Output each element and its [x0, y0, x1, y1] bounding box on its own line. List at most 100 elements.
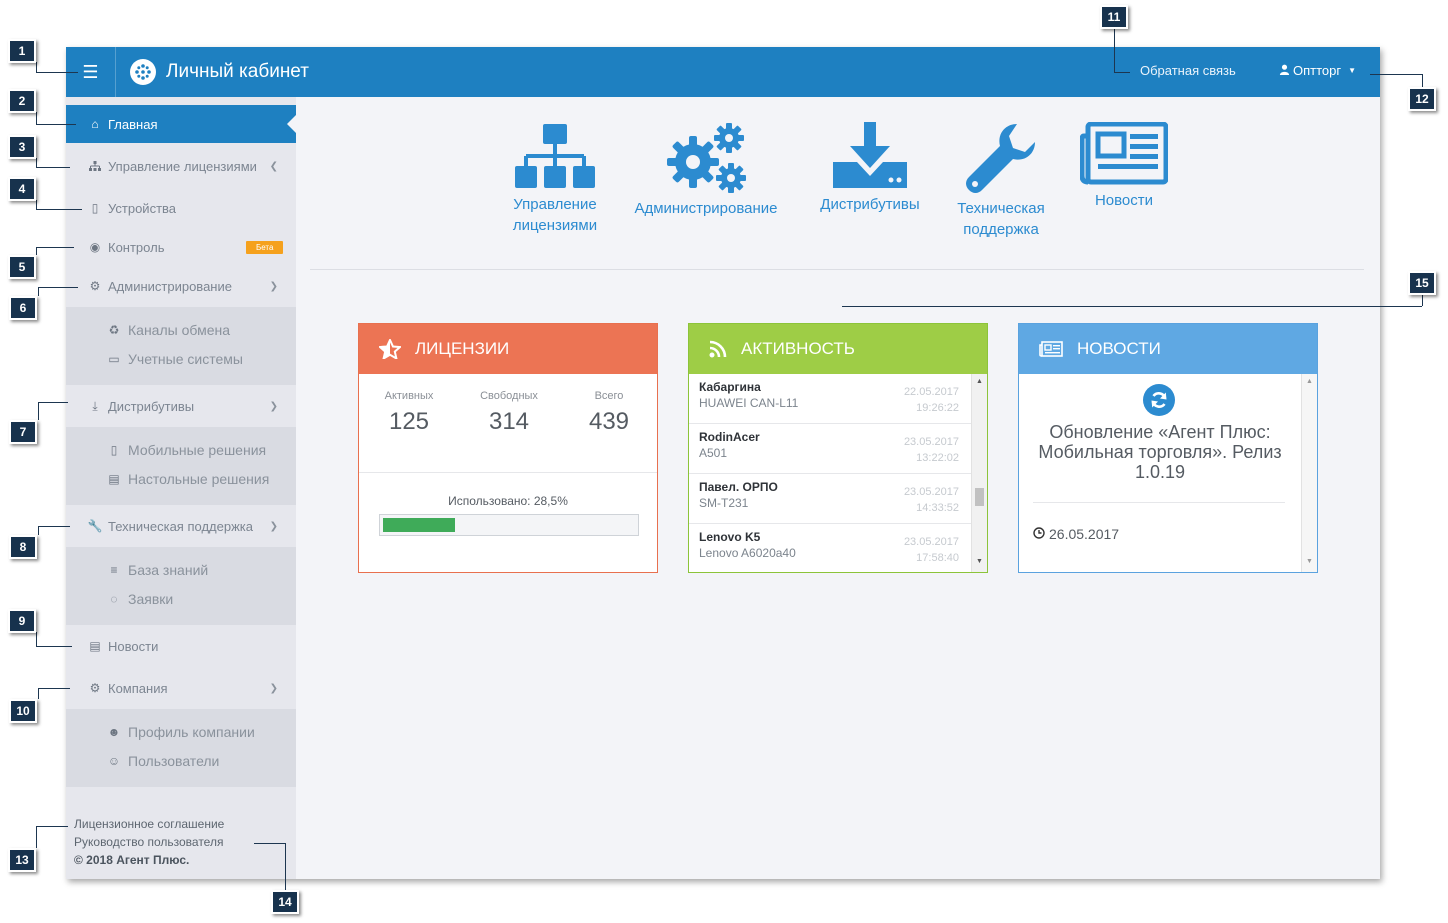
clock-icon	[1033, 526, 1045, 542]
sidebar-item-licenses[interactable]: Управление лицензиями ❮	[66, 147, 296, 185]
tile-label: Техническая	[957, 200, 1045, 217]
callout-leader-line	[36, 826, 37, 848]
tile-news[interactable]: Новости	[1078, 122, 1170, 211]
submenu-item-label: Профиль компании	[128, 724, 255, 740]
activity-device: Lenovo A6020a40	[699, 546, 796, 560]
sidebar-item-label: Компания	[108, 680, 168, 696]
tile-distributions[interactable]: Дистрибутивы	[812, 122, 928, 215]
activity-device: SM-T231	[699, 496, 749, 510]
activity-time: 13:22:02	[916, 452, 959, 464]
tile-label: Новости	[1094, 192, 1154, 209]
news-scrollbar[interactable]: ▲ ▼	[1301, 374, 1317, 572]
scroll-up-icon[interactable]: ▲	[976, 378, 983, 385]
submenu-item-label: Настольные решения	[128, 471, 270, 487]
download-icon: ⤓	[92, 398, 98, 413]
tile-label: лицензиями	[512, 217, 598, 234]
feedback-link[interactable]: Обратная связь	[1140, 63, 1236, 78]
chevron-down-icon: ❯	[269, 682, 278, 694]
admin-submenu: ♻ Каналы обмена ▭ Учетные системы	[66, 307, 296, 385]
sidebar-item-company[interactable]: ⚙ Компания ❯	[66, 669, 296, 707]
activity-scrollbar[interactable]: ▲ ▼	[971, 374, 987, 572]
submenu-item-desktop-solutions[interactable]: ▤ Настольные решения	[106, 468, 269, 490]
chevron-down-icon: ❯	[269, 520, 278, 532]
usage-progress-bar	[379, 514, 639, 536]
scroll-down-icon[interactable]: ▼	[976, 558, 983, 565]
laptop-icon: ▤	[108, 472, 120, 486]
sidebar-item-administration[interactable]: ⚙ Администрирование ❯	[66, 267, 296, 305]
callout-leader-line	[36, 124, 76, 125]
tile-label: Администрирование	[634, 200, 778, 217]
activity-time: 19:26:22	[916, 402, 959, 414]
user-guide-link[interactable]: Руководство пользователя	[74, 835, 223, 849]
activity-row[interactable]: Кабаргина HUAWEI CAN-L11 22.05.2017 19:2…	[689, 374, 971, 424]
mobile-icon: ▯	[110, 443, 118, 457]
callout-leader-line	[38, 526, 70, 527]
sidebar-item-home[interactable]: ⌂ Главная	[66, 105, 296, 143]
mobile-icon: ▯	[91, 201, 99, 215]
tile-label: Дистрибутивы	[820, 196, 920, 213]
stat-free: Свободных 314	[459, 390, 559, 436]
recycle-icon: ♻	[108, 323, 120, 337]
sitemap-icon	[88, 160, 102, 172]
callout-leader-line	[1422, 74, 1423, 87]
support-submenu: ≡ База знаний ◌ Заявки	[66, 547, 296, 625]
news-headline[interactable]: Обновление «Агент Плюс: Мобильная торгов…	[1029, 422, 1291, 482]
sidebar-item-support[interactable]: 🔧 Техническая поддержка ❯	[66, 507, 296, 545]
sidebar-item-devices[interactable]: ▯ Устройства	[66, 189, 296, 227]
callout-leader-line	[1114, 72, 1130, 73]
news-panel-header: НОВОСТИ	[1019, 324, 1317, 374]
download-icon	[833, 122, 907, 188]
submenu-item-company-profile[interactable]: ☻ Профиль компании	[106, 721, 255, 743]
wrench-icon: 🔧	[87, 519, 103, 533]
sidebar-item-label: Техническая поддержка	[108, 518, 253, 534]
panel-title: ЛИЦЕНЗИИ	[415, 339, 510, 358]
submenu-item-knowledge-base[interactable]: ≡ База знаний	[106, 559, 208, 581]
submenu-item-label: Мобильные решения	[128, 442, 267, 458]
callout-leader-line	[842, 306, 1422, 307]
brand[interactable]: Личный кабинет	[130, 47, 309, 97]
activity-row[interactable]: Павел. ОРПО SM-T231 23.05.2017 14:33:52	[689, 474, 971, 524]
callout-leader-line	[38, 287, 78, 288]
stat-value: 314	[488, 408, 530, 435]
sidebar: ⌂ Главная Управление лицензиями ❮ ▯ Устр…	[66, 97, 296, 879]
license-agreement-link[interactable]: Лицензионное соглашение	[74, 817, 224, 831]
activity-time: 14:33:52	[916, 502, 959, 514]
callout-7: 7	[9, 420, 37, 444]
submenu-item-label: Учетные системы	[128, 351, 243, 367]
tile-tech-support[interactable]: Техническая поддержка	[948, 122, 1054, 240]
submenu-item-mobile-solutions[interactable]: ▯ Мобильные решения	[106, 439, 266, 461]
tile-label: Управление	[513, 196, 597, 213]
callout-leader-line	[285, 843, 286, 890]
callout-4: 4	[8, 177, 36, 201]
submenu-item-users[interactable]: ☺ Пользователи	[106, 750, 220, 772]
sidebar-item-news[interactable]: ▤ Новости	[66, 627, 296, 665]
sidebar-item-distributions[interactable]: ⤓ Дистрибутивы ❯	[66, 387, 296, 425]
activity-row[interactable]: Lenovo K5 Lenovo A6020a40 23.05.2017 17:…	[689, 524, 971, 572]
activity-row[interactable]: RodinAcer A501 23.05.2017 13:22:02	[689, 424, 971, 474]
user-name: Оптторг	[1293, 63, 1342, 78]
callout-leader-line	[36, 632, 37, 646]
callout-1: 1	[8, 39, 36, 63]
panel-title: НОВОСТИ	[1077, 339, 1161, 358]
submenu-item-accounting-systems[interactable]: ▭ Учетные системы	[106, 348, 243, 370]
activity-device: A501	[699, 446, 728, 460]
tile-label: поддержка	[963, 221, 1039, 238]
scroll-up-icon[interactable]: ▲	[1306, 378, 1313, 385]
news-date-text: 26.05.2017	[1049, 526, 1120, 542]
tile-administration[interactable]: Администрирование	[626, 122, 786, 219]
callout-leader-line	[36, 826, 68, 827]
scroll-thumb[interactable]	[975, 488, 984, 506]
sidebar-item-label: Главная	[108, 116, 158, 132]
tile-license-management[interactable]: Управление лицензиями	[500, 122, 610, 236]
submenu-item-requests[interactable]: ◌ Заявки	[106, 588, 173, 610]
user-menu[interactable]: Оптторг ▼	[1279, 63, 1356, 78]
sidebar-item-control[interactable]: ◉ Контроль Бета	[66, 228, 296, 266]
brand-logo-icon	[130, 59, 156, 85]
stat-value: 125	[388, 408, 430, 435]
distributions-submenu: ▯ Мобильные решения ▤ Настольные решения	[66, 427, 296, 505]
scroll-down-icon[interactable]: ▼	[1306, 558, 1313, 565]
submenu-item-exchange-channels[interactable]: ♻ Каналы обмена	[106, 319, 230, 341]
divider	[310, 269, 1364, 270]
activity-panel-header: АКТИВНОСТЬ	[689, 324, 987, 374]
news-date: 26.05.2017	[1033, 526, 1119, 542]
